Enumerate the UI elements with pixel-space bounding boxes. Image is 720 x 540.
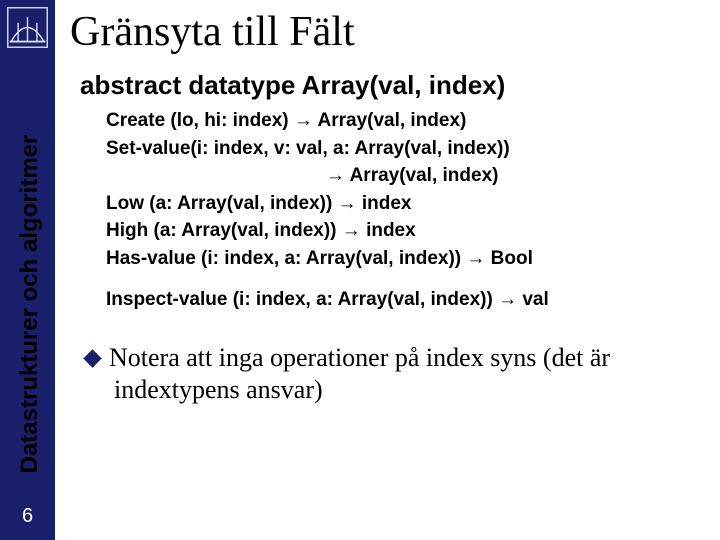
op-create: Create (lo, hi: index) → Array(val, inde… — [106, 107, 700, 135]
op-hasvalue: Has-value (i: index, a: Array(val, index… — [106, 245, 700, 273]
adt-heading: abstract datatype Array(val, index) — [80, 70, 700, 101]
bullet-diamond-icon — [83, 349, 101, 367]
content-area: abstract datatype Array(val, index) Crea… — [80, 70, 700, 407]
note-text: Notera att inga operationer på index syn… — [86, 342, 700, 407]
note-lead: Notera — [109, 343, 180, 372]
operation-list: Create (lo, hi: index) → Array(val, inde… — [106, 107, 700, 314]
op-setvalue-line2: → Array(val, index) — [106, 162, 700, 190]
op-low: Low (a: Array(val, index)) → index — [106, 190, 700, 218]
op-inspect: Inspect-value (i: index, a: Array(val, i… — [106, 286, 700, 314]
page-number: 6 — [0, 505, 55, 528]
note-rest: att inga operationer på index syns (det … — [114, 343, 610, 405]
university-logo — [4, 4, 51, 51]
sidebar-course-label: Datastrukturer och algoritmer — [16, 94, 44, 514]
op-setvalue-line1: Set-value(i: index, v: val, a: Array(val… — [106, 135, 700, 163]
op-high: High (a: Array(val, index)) → index — [106, 217, 700, 245]
slide-title: Gränsyta till Fält — [70, 8, 355, 56]
